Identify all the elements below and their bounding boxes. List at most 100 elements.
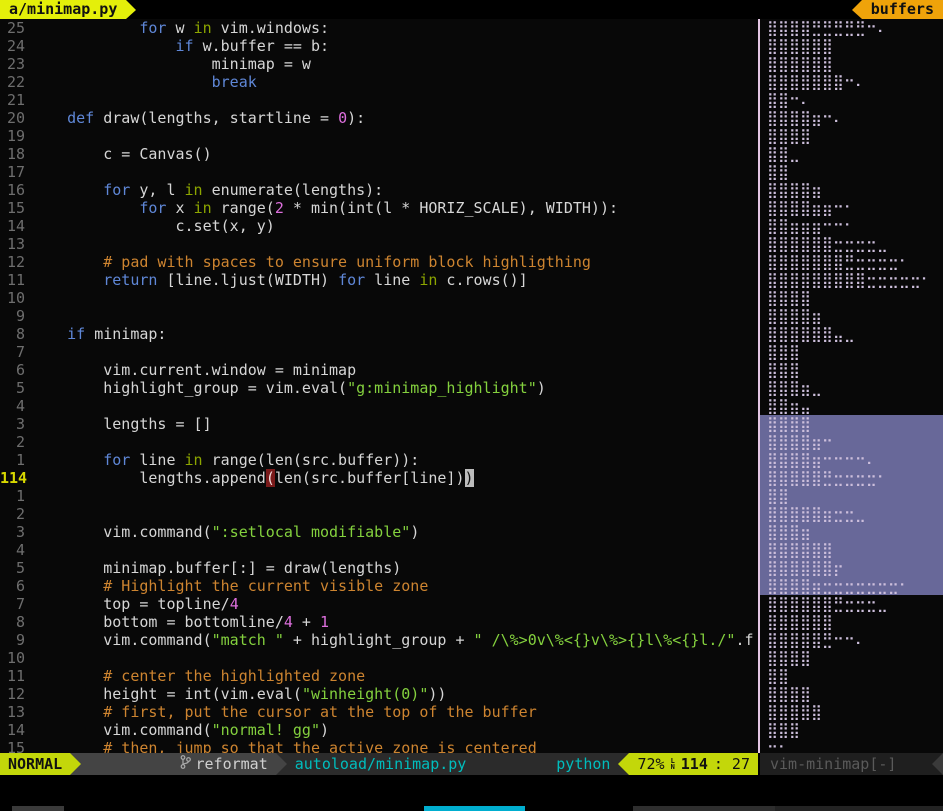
line-number: 15 <box>0 199 25 217</box>
minimap-row[interactable]: ⣿⣿⠒⠄ <box>760 91 943 109</box>
code-line[interactable]: 23 minimap = w <box>0 55 758 73</box>
minimap-row-highlighted[interactable]: ⣿⣿⣿⣿⣶⣒⣒⣒⣒⣒⣒⣒⠂ <box>760 577 943 595</box>
git-branch-segment: reformat <box>81 753 276 775</box>
code-line[interactable]: 1 for line in range(len(src.buffer)): <box>0 451 758 469</box>
minimap-row[interactable]: ⣿⣿⣿⣿⣛⣛⣛⣛⣛⠒⠄ <box>760 19 943 37</box>
code-line[interactable]: 15 for x in range(2 * min(int(l * HORIZ_… <box>0 199 758 217</box>
line-number: 9 <box>0 631 25 649</box>
minimap-row[interactable]: ⣿⣿⣿⣿⣿⣿ <box>760 55 943 73</box>
code-line[interactable]: 3 lengths = [] <box>0 415 758 433</box>
minimap-row-highlighted[interactable]: ⣿⣿ <box>760 487 943 505</box>
minimap-row[interactable]: ⣿⣿⣿⣿ <box>760 685 943 703</box>
code-line[interactable]: 114 lengths.append(len(src.buffer[line])… <box>0 469 758 487</box>
minimap-buffer-name: vim-minimap[-] <box>760 753 932 775</box>
minimap-row[interactable]: ⣿⣿⣿⣶⣀ <box>760 379 943 397</box>
code-line[interactable]: 5 minimap.buffer[:] = draw(lengths) <box>0 559 758 577</box>
code-line[interactable]: 11 # center the highlighted zone <box>0 667 758 685</box>
code-line[interactable]: 11 return [line.ljust(WIDTH) for line in… <box>0 271 758 289</box>
code-line[interactable]: 20 def draw(lengths, startline = 0): <box>0 109 758 127</box>
minimap-row[interactable]: ⣿⣿⣶⣶⣶⠒⠒⠂ <box>760 217 943 235</box>
tab-active-file[interactable]: a/minimap.py <box>0 0 126 19</box>
code-line[interactable]: 21 <box>0 91 758 109</box>
minimap-row-highlighted[interactable]: ⣿⣿⣿⣿⣶⠒⠒⠒⠒⠄ <box>760 451 943 469</box>
code-line[interactable]: 24 if w.buffer == b: <box>0 37 758 55</box>
code-line[interactable]: 10 <box>0 649 758 667</box>
minimap-row[interactable]: ⣿⣿⣿⣿⣿ <box>760 703 943 721</box>
code-line[interactable]: 22 break <box>0 73 758 91</box>
minimap-row[interactable]: ⣿⣿⣶⣤ <box>760 397 943 415</box>
minimap-row[interactable]: ⣿⣿⣿⣿⣶⣶⠒⠂ <box>760 199 943 217</box>
code-line[interactable]: 7 top = topline/4 <box>0 595 758 613</box>
tab-buffers[interactable]: buffers <box>862 0 943 19</box>
minimap-row-highlighted[interactable]: ⣿⣿⣿⣿⣿⣿ <box>760 541 943 559</box>
code-line[interactable]: 5 highlight_group = vim.eval("g:minimap_… <box>0 379 758 397</box>
minimap-row[interactable]: ⣿⣿⣿⣿⣿⣿⣤⣀ <box>760 325 943 343</box>
minimap-row-highlighted[interactable]: ⣿⣿⣿⣿⣿⣿⡖ <box>760 559 943 577</box>
minimap-row[interactable]: ⣿⣿⣿⣿⣿⣿⣿⣛⣒⣒⣒⣒⠂ <box>760 253 943 271</box>
minimap-row[interactable]: ⣿⣿⣿⣿⣶⠒⠄ <box>760 109 943 127</box>
code-line[interactable]: 8 if minimap: <box>0 325 758 343</box>
git-branch-icon <box>89 731 190 797</box>
line-number: 1 <box>0 451 25 469</box>
minimap-row-highlighted[interactable]: ⣿⣿⣿⣿⣿⣛⣒⣒⣒⣒⠂ <box>760 469 943 487</box>
minimap-row[interactable]: ⣿⣿⣀ <box>760 145 943 163</box>
code-line[interactable]: 10 <box>0 289 758 307</box>
code-text: vim.current.window = minimap <box>25 361 356 379</box>
minimap-row[interactable]: ⣿⣿⣿ <box>760 361 943 379</box>
code-line[interactable]: 9 <box>0 307 758 325</box>
minimap-row[interactable]: ⠒⠂ <box>760 739 943 753</box>
code-line[interactable]: 19 <box>0 127 758 145</box>
minimap-row[interactable]: ⣿⣿⣿⣿⣶ <box>760 181 943 199</box>
minimap-row[interactable]: ⣿⣿⣿⣿ <box>760 649 943 667</box>
code-text: minimap = w <box>25 55 311 73</box>
minimap-row[interactable]: ⣿⣿⣿⣿⣿⣿⣿⠒⠄ <box>760 73 943 91</box>
minimap-row-highlighted[interactable]: ⣿⣿⣿⣿⣶⠒ <box>760 433 943 451</box>
code-line[interactable]: 4 <box>0 541 758 559</box>
minimap-row[interactable]: ⣿⣿⣿⣿ <box>760 289 943 307</box>
code-line[interactable]: 12 # pad with spaces to ensure uniform b… <box>0 253 758 271</box>
minimap-row-highlighted[interactable]: ⣿⣿⣿⣿ <box>760 415 943 433</box>
minimap-row[interactable]: ⣿⣿⣿⣿⣿⣿ <box>760 37 943 55</box>
code-line[interactable]: 12 height = int(vim.eval("winheight(0)")… <box>0 685 758 703</box>
code-line[interactable]: 17 <box>0 163 758 181</box>
minimap-row[interactable]: ⣿⣿⣿⣿⣿⣿ <box>760 613 943 631</box>
minimap-row[interactable]: ⣿⣿⣿⣿⣿⣿⣛⣒⣒⣒⣀ <box>760 595 943 613</box>
code-line[interactable]: 3 vim.command(":setlocal modifiable") <box>0 523 758 541</box>
minimap-row[interactable]: ⣿⣿⣿ <box>760 343 943 361</box>
code-line[interactable]: 6 vim.current.window = minimap <box>0 361 758 379</box>
minimap-window[interactable]: ⣿⣿⣿⣿⣛⣛⣛⣛⣛⠒⠄⣿⣿⣿⣿⣿⣿⣿⣿⣿⣿⣿⣿⣿⣿⣿⣿⣿⣿⣿⠒⠄⣿⣿⠒⠄⣿⣿⣿⣿… <box>760 19 943 753</box>
minimap-row[interactable]: ⣿⣿ <box>760 667 943 685</box>
minimap-row[interactable]: ⣿⣿⣿⣿⣶ <box>760 307 943 325</box>
line-number: 12 <box>0 685 25 703</box>
code-line[interactable]: 13 # first, put the cursor at the top of… <box>0 703 758 721</box>
code-line[interactable]: 2 <box>0 505 758 523</box>
code-line[interactable]: 18 c = Canvas() <box>0 145 758 163</box>
minimap-row[interactable]: ⣿⣿⣿ <box>760 721 943 739</box>
code-line[interactable]: 1 <box>0 487 758 505</box>
minimap-row-highlighted[interactable]: ⣿⣿⣿⣶ <box>760 523 943 541</box>
minimap-row[interactable]: ⣿⣿⣿⣿⣿⣛⠒⠒⠄ <box>760 631 943 649</box>
filetype: python <box>548 753 618 775</box>
minimap-row[interactable]: ⣿⣿⣿⣿ <box>760 127 943 145</box>
code-line[interactable]: 25 for w in vim.windows: <box>0 19 758 37</box>
code-line[interactable]: 7 <box>0 343 758 361</box>
code-line[interactable]: 4 <box>0 397 758 415</box>
code-line[interactable]: 6 # Highlight the current visible zone <box>0 577 758 595</box>
minimap-row[interactable]: ⣿⣿ <box>760 163 943 181</box>
code-line[interactable]: 16 for y, l in enumerate(lengths): <box>0 181 758 199</box>
code-line[interactable]: 13 <box>0 235 758 253</box>
line-number: 24 <box>0 37 25 55</box>
code-text: bottom = bottomline/4 + 1 <box>25 613 329 631</box>
code-line[interactable]: 9 vim.command("match " + highlight_group… <box>0 631 758 649</box>
minimap-row[interactable]: ⣿⣿⣿⣿⣿⣿⣒⣒⣒⣒⣀ <box>760 235 943 253</box>
code-text <box>25 505 31 523</box>
tabline: a/minimap.py buffers <box>0 0 943 19</box>
code-line[interactable]: 2 <box>0 433 758 451</box>
editor-window[interactable]: 25 for w in vim.windows:24 if w.buffer =… <box>0 19 758 753</box>
minimap-row-highlighted[interactable]: ⣿⣿⣿⣿⣿⣶⣒⣒⣀ <box>760 505 943 523</box>
cursor-col: : 27 <box>714 753 750 775</box>
code-line[interactable]: 14 c.set(x, y) <box>0 217 758 235</box>
code-line[interactable]: 8 bottom = bottomline/4 + 1 <box>0 613 758 631</box>
minimap-row[interactable]: ⣿⣿⣿⣿⣿⣿⣿⣿⣿⣒⣒⣒⣒⣒⠂ <box>760 271 943 289</box>
line-number: 5 <box>0 559 25 577</box>
